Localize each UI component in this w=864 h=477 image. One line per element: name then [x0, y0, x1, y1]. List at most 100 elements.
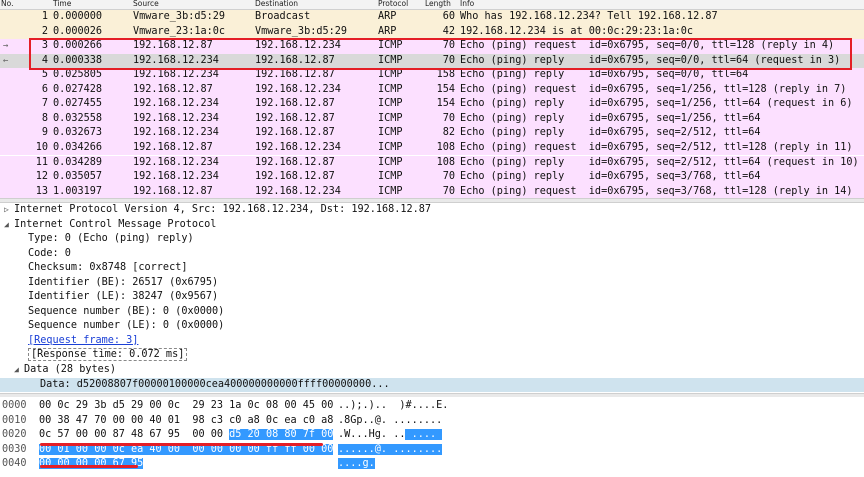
ascii-plain: .8Gp..@. ........: [338, 414, 443, 426]
cell-no: 11: [35, 156, 48, 168]
ascii-bytes[interactable]: ..);.).. )#....E.: [338, 399, 448, 414]
cell-dst: 192.168.12.234: [255, 141, 341, 153]
cell-len: 70: [442, 40, 455, 52]
tree-item-ipv4[interactable]: ▷ Internet Protocol Version 4, Src: 192.1…: [4, 203, 431, 218]
packet-row[interactable]: 8 0.032558 192.168.12.234 192.168.12.87 ICMP…: [0, 111, 864, 127]
collapse-arrow-icon[interactable]: ◢: [4, 218, 14, 233]
packet-row[interactable]: 9 0.032673 192.168.12.234 192.168.12.87 ICMP…: [0, 126, 864, 141]
cell-dst: 192.168.12.87: [255, 54, 335, 66]
cell-proto: ICMP: [378, 185, 403, 197]
hex-offset: 0000: [2, 400, 27, 411]
cell-info: Echo (ping) reply id=0x6795, seq=0/0, tt…: [460, 69, 749, 81]
field-identifier-le[interactable]: Identifier (LE): 38247 (0x9567): [28, 290, 218, 305]
cell-time: 0.000026: [53, 25, 103, 37]
collapse-arrow-icon[interactable]: ◢: [14, 363, 24, 378]
hex-bytes[interactable]: 00 38 47 70 00 00 40 01 98 c3 c0 a8 0c e…: [39, 414, 333, 429]
cell-proto: ICMP: [378, 54, 403, 66]
cell-src: 192.168.12.87: [133, 40, 213, 52]
ascii-selected: ......@. ........: [338, 443, 443, 455]
request-frame-link-text[interactable]: [Request frame: 3]: [28, 335, 138, 346]
col-protocol-header[interactable]: Protocol: [378, 0, 408, 8]
field-response-time[interactable]: [Response time: 0.072 ms]: [28, 348, 188, 363]
cell-len: 82: [442, 127, 455, 139]
expand-arrow-icon[interactable]: ▷: [4, 203, 14, 218]
cell-src: 192.168.12.87: [133, 83, 213, 95]
field-type[interactable]: Type: 0 (Echo (ping) reply): [28, 232, 194, 247]
cell-len: 108: [436, 156, 455, 168]
cell-info: Echo (ping) request id=0x6795, seq=0/0, …: [460, 40, 835, 52]
field-seq-be[interactable]: Sequence number (BE): 0 (0x0000): [28, 305, 224, 320]
hex-bytes[interactable]: 0c 57 00 00 87 48 67 95 00 00 d5 20 08 8…: [39, 428, 334, 443]
packet-row[interactable]: 12 0.035057 192.168.12.234 192.168.12.87 ICM…: [0, 170, 864, 185]
cell-no: 4: [41, 54, 48, 66]
cell-time: 0.025805: [53, 69, 103, 81]
tree-item-icmp[interactable]: ◢ Internet Control Message Protocol: [4, 218, 216, 233]
packet-row[interactable]: 11 0.034289 192.168.12.234 192.168.12.87 ICM…: [0, 155, 864, 170]
packet-row[interactable]: 10 0.034266 192.168.12.87 192.168.12.234 ICM…: [0, 140, 864, 156]
packet-row[interactable]: 2 0.000026 Vmware_23:1a:0c Vmware_3b:d5:29 A…: [0, 24, 864, 40]
cell-len: 154: [436, 98, 455, 110]
cell-dst: 192.168.12.87: [255, 69, 335, 81]
packet-row[interactable]: ← 4 0.000338 192.168.12.234 192.168.12.87 ICM…: [0, 53, 864, 69]
hex-bytes[interactable]: 00 0c 29 3b d5 29 00 0c 29 23 1a 0c 08 0…: [39, 399, 333, 414]
col-no-header[interactable]: No.: [1, 0, 13, 8]
cell-dst: 192.168.12.234: [255, 83, 341, 95]
ascii-bytes[interactable]: ......@. ........: [338, 443, 443, 458]
cell-no: 9: [41, 127, 48, 139]
ascii-bytes[interactable]: ....g.: [338, 457, 375, 472]
cell-proto: ICMP: [378, 127, 403, 139]
packet-bytes-pane[interactable]: 0000 00 0c 29 3b d5 29 00 0c 29 23 1a 0c …: [0, 397, 864, 477]
cell-no: 1: [41, 11, 48, 22]
cell-dst: 192.168.12.87: [255, 112, 335, 124]
packet-row[interactable]: 1 0.000000 Vmware_3b:d5:29 Broadcast ARP 60 Wh…: [0, 10, 864, 25]
red-underline-annotation: [40, 465, 138, 468]
cell-info: Who has 192.168.12.234? Tell 192.168.12.…: [460, 11, 718, 22]
cell-info: Echo (ping) reply id=0x6795, seq=2/512, …: [460, 156, 859, 168]
hex-offset: 0020: [2, 429, 27, 440]
col-info-header[interactable]: Info: [460, 0, 474, 8]
request-frame-link[interactable]: [Request frame: 3]: [28, 334, 138, 349]
cell-no: 13: [35, 185, 48, 197]
col-source-header[interactable]: Source: [133, 0, 159, 8]
selected-data-field[interactable]: Data: d52008807f00000100000cea4000000000…: [0, 378, 864, 392]
cell-len: 70: [442, 171, 455, 183]
field-checksum[interactable]: Checksum: 0x8748 [correct]: [28, 261, 187, 276]
packet-row[interactable]: 7 0.027455 192.168.12.234 192.168.12.87 ICMP…: [0, 97, 864, 112]
cell-info: Echo (ping) request id=0x6795, seq=3/768…: [460, 185, 853, 197]
ascii-bytes[interactable]: .W...Hg. .. ....: [338, 428, 443, 443]
cell-time: 0.034266: [53, 141, 103, 153]
cell-info: 192.168.12.234 is at 00:0c:29:23:1a:0c: [460, 25, 694, 37]
cell-len: 60: [442, 11, 455, 22]
packet-row[interactable]: 5 0.025805 192.168.12.234 192.168.12.87 ICMP…: [0, 68, 864, 83]
packet-list-pane[interactable]: No. Time Source Destination Protocol Len…: [0, 0, 864, 199]
cell-dst: Broadcast: [255, 11, 311, 22]
cell-proto: ICMP: [378, 171, 403, 183]
packet-row[interactable]: 13 1.003197 192.168.12.87 192.168.12.234 ICM…: [0, 184, 864, 199]
cell-info: Echo (ping) reply id=0x6795, seq=0/0, tt…: [460, 54, 841, 66]
cell-src: 192.168.12.234: [133, 156, 219, 168]
col-length-header[interactable]: Length: [425, 0, 451, 8]
col-destination-header[interactable]: Destination: [255, 0, 298, 8]
cell-src: 192.168.12.234: [133, 127, 219, 139]
cell-time: 0.032558: [53, 112, 103, 124]
col-time-header[interactable]: Time: [53, 0, 71, 8]
field-code[interactable]: Code: 0: [28, 247, 71, 262]
cell-time: 0.032673: [53, 127, 103, 139]
cell-len: 158: [436, 69, 455, 81]
cell-no: 2: [41, 25, 48, 37]
cell-dst: 192.168.12.87: [255, 171, 335, 183]
hex-offset: 0010: [2, 414, 27, 426]
cell-len: 154: [436, 83, 455, 95]
field-identifier-be[interactable]: Identifier (BE): 26517 (0x6795): [28, 276, 218, 291]
cell-time: 0.027455: [53, 98, 103, 110]
cell-proto: ICMP: [378, 112, 403, 124]
packet-row[interactable]: 6 0.027428 192.168.12.87 192.168.12.234 ICMP…: [0, 82, 864, 98]
packet-row[interactable]: → 3 0.000266 192.168.12.87 192.168.12.234 ICM…: [0, 39, 864, 54]
ascii-bytes[interactable]: .8Gp..@. ........: [338, 414, 442, 429]
cell-time: 0.034289: [53, 156, 103, 168]
red-underline-annotation: [40, 443, 323, 446]
field-seq-le[interactable]: Sequence number (LE): 0 (0x0000): [28, 319, 224, 334]
packet-details-pane[interactable]: ▷ Internet Protocol Version 4, Src: 192.1…: [0, 203, 864, 393]
tree-item-data[interactable]: ◢ Data (28 bytes): [14, 363, 116, 378]
cell-src: 192.168.12.234: [133, 54, 219, 66]
